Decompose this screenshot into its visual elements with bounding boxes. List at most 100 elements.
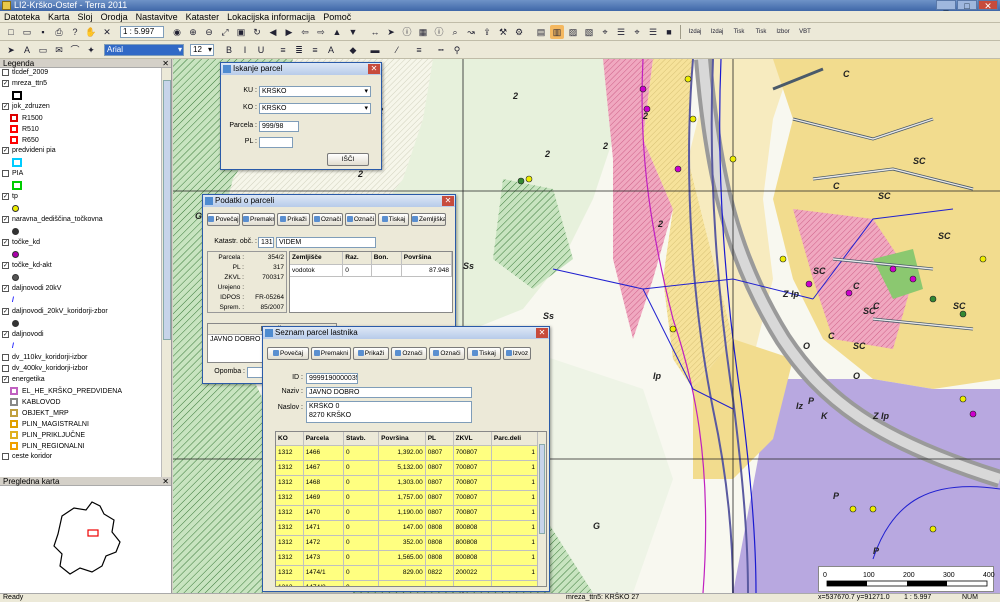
map-point-marker[interactable] [674, 165, 682, 173]
tools-icon[interactable]: ⚒ [496, 25, 510, 39]
layer-up-icon[interactable]: ▲ [330, 25, 344, 39]
column-header[interactable]: Zemljišče [290, 252, 344, 265]
column-header[interactable]: Površina [401, 252, 452, 265]
scroll-thumb[interactable] [539, 444, 545, 534]
pan-hand-icon[interactable]: ✋ [84, 25, 98, 39]
layer-checkbox[interactable]: ✓ [2, 330, 9, 338]
parcela-input[interactable]: 999/98 [259, 121, 299, 132]
bold-icon[interactable]: B [222, 43, 236, 57]
table-row[interactable]: 1312 1470 0 1,190.00 0807 700807 1 [276, 505, 539, 521]
table-row[interactable]: 1312 1474/1 0 829.00 0822 200022 1 [276, 565, 539, 581]
settings-icon[interactable]: ⚙ [512, 25, 526, 39]
column-header[interactable]: KO [276, 432, 304, 446]
legend-layer[interactable]: ✓ točke_kd-akt [2, 261, 52, 271]
new-file-icon[interactable]: □ [4, 25, 18, 39]
save-icon[interactable]: ▪ [36, 25, 50, 39]
binoculars-icon[interactable]: ⌖ [598, 25, 612, 39]
toolbar-button-5[interactable]: Tiskaj [467, 347, 501, 360]
toolbar-button-4[interactable]: Označi [345, 213, 376, 226]
table-row[interactable]: 13121474/20 [276, 580, 539, 586]
close-icon[interactable]: ✕ [536, 328, 548, 338]
toolbar-button-3[interactable]: Označi [312, 213, 343, 226]
map-point-marker[interactable] [959, 395, 967, 403]
legend-layer[interactable]: ✓ energetika [2, 375, 45, 385]
map-point-marker[interactable] [849, 505, 857, 513]
layer-down-icon[interactable]: ▼ [346, 25, 360, 39]
zoom-window-icon[interactable]: ▣ [234, 25, 248, 39]
globe-icon[interactable]: ◉ [170, 25, 184, 39]
legend-layer[interactable]: ceste koridor [2, 452, 52, 462]
table-row[interactable]: 1312 1472 0 352.00 0808 800808 1 [276, 535, 539, 551]
legend-layer[interactable]: ✓ naravna_dediščina_točkovna [2, 215, 103, 225]
legend-layer[interactable]: tlcdef_2009 [2, 68, 48, 78]
toolbar-button-1[interactable]: Premakni [311, 347, 351, 360]
close-icon[interactable]: ✕ [442, 196, 454, 206]
layer-checkbox[interactable]: ✓ [2, 238, 9, 246]
pl-input[interactable] [259, 137, 293, 148]
map-point-marker[interactable] [929, 525, 937, 533]
table-row[interactable]: 1312 1471 0 147.00 0808 800808 1 [276, 520, 539, 536]
ku-select[interactable]: KRŠKO ▾ [259, 86, 371, 97]
legend-layer[interactable]: dv_110kv_koridorji-izbor [2, 353, 87, 363]
toolbar-button-1[interactable]: Premakni [242, 213, 275, 226]
map-point-marker[interactable] [845, 289, 853, 297]
column-header[interactable]: Raz. [342, 252, 372, 265]
layer-checkbox[interactable]: ✓ [2, 102, 9, 110]
photo-icon[interactable]: ▨ [566, 25, 580, 39]
map-point-marker[interactable] [979, 255, 987, 263]
zoom-next-icon[interactable]: ▶ [282, 25, 296, 39]
legend-layer[interactable]: ✓ točke_kd [2, 238, 40, 248]
align-center-icon[interactable]: ≣ [292, 43, 306, 57]
symbol-icon[interactable]: ⚲ [450, 43, 464, 57]
route-icon[interactable]: ↝ [464, 25, 478, 39]
legend-layer[interactable]: PIA [2, 169, 23, 179]
map-point-marker[interactable] [969, 410, 977, 418]
legend-layer[interactable]: ✓ jok_zdruzen [2, 102, 50, 112]
table-row[interactable]: 1312 1467 0 5,132.00 0807 700807 1 [276, 460, 539, 476]
delete-icon[interactable]: ✕ [100, 25, 114, 39]
zoom-extent-icon[interactable]: ⤢ [218, 25, 232, 39]
column-header[interactable]: Parc.deli [491, 432, 539, 446]
map-point-marker[interactable] [729, 155, 737, 163]
legend-layer[interactable]: ✓ daljnovodi 20kV [2, 284, 61, 294]
column-header[interactable]: Stavb. [343, 432, 380, 446]
toolbar-button-4[interactable]: Označi [429, 347, 465, 360]
font-color-icon[interactable]: A [324, 43, 338, 57]
map-point-marker[interactable] [805, 280, 813, 288]
dash-style-icon[interactable]: ┅ [434, 43, 448, 57]
table-row[interactable]: 1312 1473 0 1,565.00 0808 800808 1 [276, 550, 539, 566]
legend-layer[interactable]: dv_400kv_koridorji-izbor [2, 364, 88, 374]
toolbar-button-0[interactable]: Povečaj [267, 347, 309, 360]
column-header[interactable]: PL [425, 432, 454, 446]
layer-checkbox[interactable] [2, 452, 9, 460]
menu-item-3[interactable]: Orodja [97, 11, 132, 22]
minimize-button[interactable]: _ [936, 0, 956, 11]
legend-scrollbar[interactable] [161, 68, 171, 477]
find-icon[interactable]: ⌕ [448, 25, 462, 39]
zoom-in-icon[interactable]: ⊕ [186, 25, 200, 39]
text-tool-icon[interactable]: A [20, 43, 34, 57]
underline-icon[interactable]: U [254, 43, 268, 57]
close-button[interactable]: ✕ [978, 0, 998, 11]
chart-icon[interactable]: ▥ [550, 25, 564, 39]
toolbar-button-3[interactable]: Označi [391, 347, 427, 360]
toolbar-button-0[interactable]: Povečaj [207, 213, 240, 226]
table-row[interactable]: 1312 1469 0 1,757.00 0807 700807 1 [276, 490, 539, 506]
line-color-icon[interactable]: ⁄ [390, 43, 404, 57]
ko-select[interactable]: KRŠKO ▾ [259, 103, 371, 114]
identify-icon[interactable]: ⓘ [400, 25, 414, 39]
legend-layer[interactable]: ✓ tp [2, 192, 18, 202]
filter-icon[interactable]: ▧ [582, 25, 596, 39]
help-icon[interactable]: ? [68, 25, 82, 39]
search-button[interactable]: IŠČI [327, 153, 369, 166]
map-point-marker[interactable] [929, 295, 937, 303]
map-point-marker[interactable] [684, 75, 692, 83]
table-icon[interactable]: ▤ [534, 25, 548, 39]
node-icon[interactable]: ✦ [84, 43, 98, 57]
toolbar-button-6[interactable]: Izvoz [503, 347, 531, 360]
legend-layer[interactable]: ✓ daljnovodi [2, 330, 44, 340]
layer-checkbox[interactable]: ✓ [2, 375, 9, 383]
line-style-icon[interactable]: ▬ [368, 43, 382, 57]
close-icon[interactable]: ✕ [162, 59, 169, 68]
toolbar-button-2[interactable]: Prikaži [277, 213, 310, 226]
